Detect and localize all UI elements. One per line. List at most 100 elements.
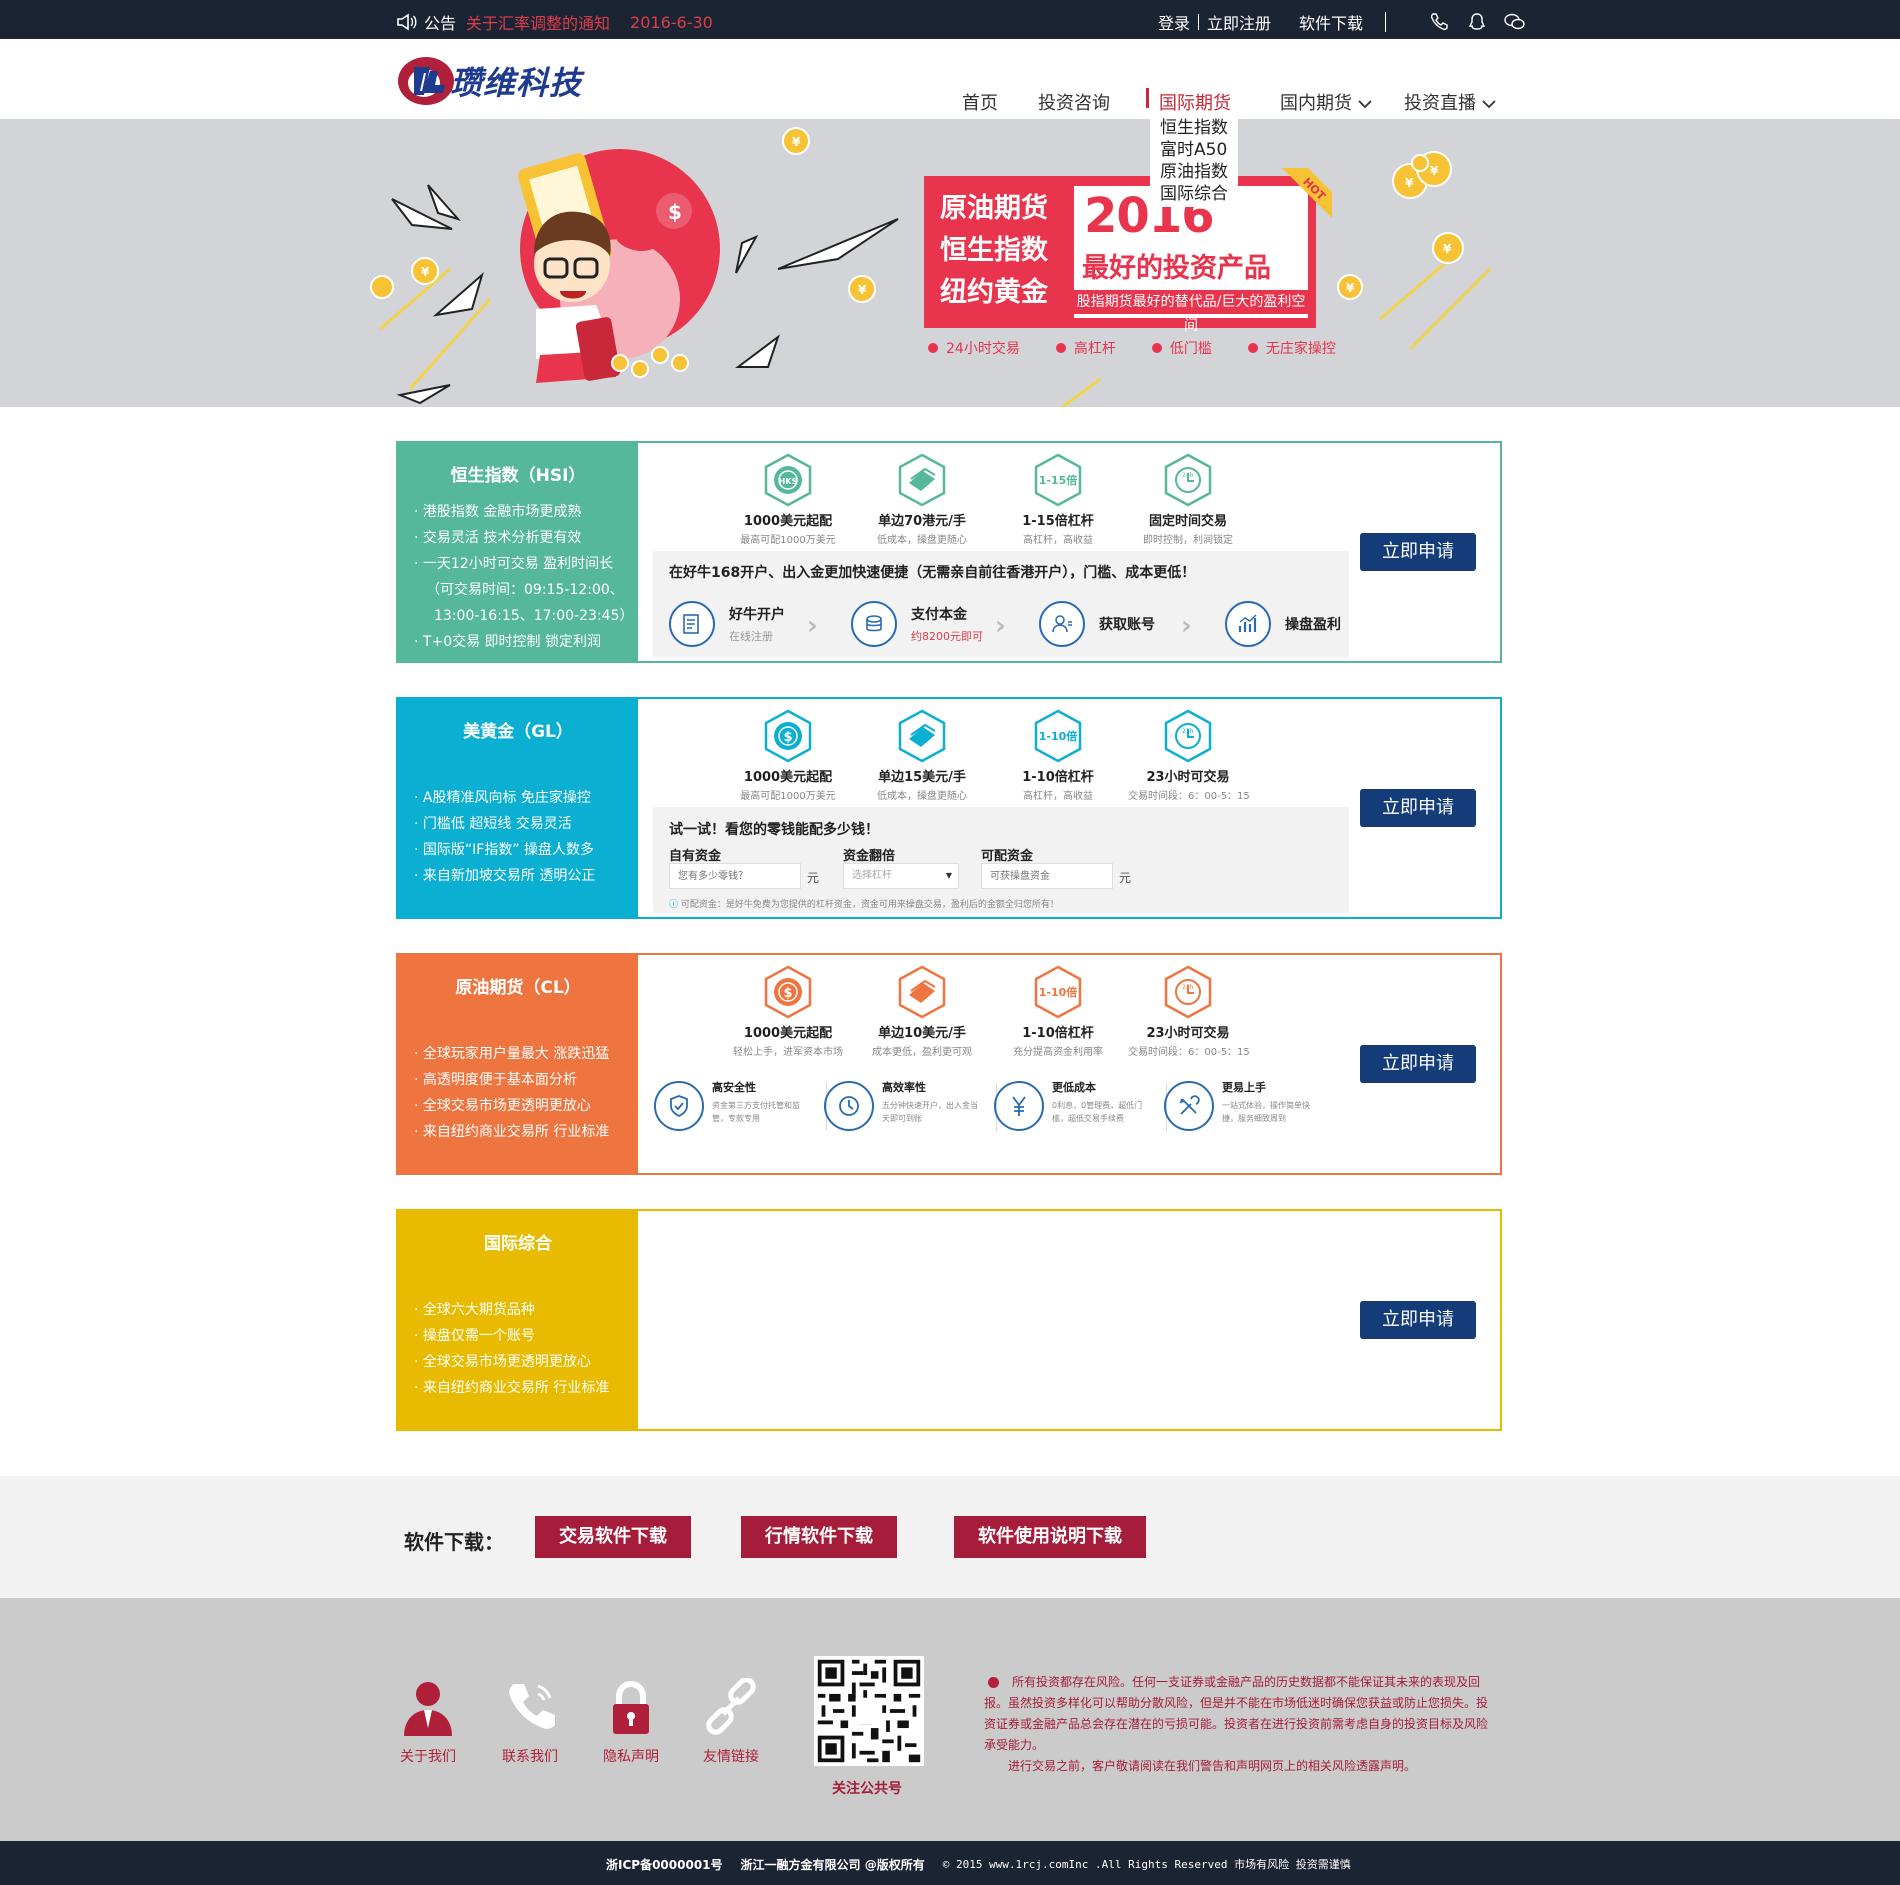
card-bullet: · 交易灵活 技术分析更有效 (414, 530, 582, 546)
feature-item: 24h 固定时间交易 即时控制，利润锁定 (1128, 453, 1248, 546)
nav-intl-futures[interactable]: 国际期货 (1159, 89, 1231, 115)
feature-item: 1-10倍 1-10倍杠杆 高杠杆，高收益 (998, 709, 1118, 802)
dropdown-item-intl[interactable]: 国际综合 (1160, 183, 1228, 205)
clock-icon: 23h (1164, 709, 1212, 763)
logo[interactable]: 瓒维科技 (396, 47, 582, 109)
feature-title: 1-10倍杠杆 (1022, 1026, 1094, 1041)
advantage-desc: 五分钟快速开户，出入金当天即可到账 (882, 1101, 978, 1123)
card-bullet: · 来自新加坡交易所 透明公正 (414, 868, 596, 884)
svg-text:¥: ¥ (1443, 242, 1452, 256)
footer-link-about[interactable]: 关于我们 (388, 1678, 468, 1766)
shield-icon (654, 1081, 704, 1131)
available-funds-input[interactable] (981, 863, 1113, 889)
nav-home[interactable]: 首页 (962, 89, 998, 115)
advantage-item: 高安全性 资金第三方支付托管和监管，专款专用 (654, 1073, 824, 1143)
manual-download-button[interactable]: 软件使用说明下载 (954, 1516, 1146, 1558)
feature-sub: 低成本，操盘更随心 (877, 535, 967, 546)
chevron-right-icon: › (807, 611, 818, 641)
trading-software-download-button[interactable]: 交易软件下载 (535, 1516, 691, 1558)
product-card-gold: 美黄金（GL） · A股精准风向标 免庄家操控 · 门槛低 超短线 交易灵活 ·… (396, 697, 1502, 919)
divider (1198, 14, 1200, 30)
svg-text:¥: ¥ (858, 283, 867, 297)
card-bullet: · A股精准风向标 免庄家操控 (414, 790, 591, 806)
nav-live[interactable]: 投资直播 (1404, 89, 1496, 115)
card-bullets: · 港股指数 金融市场更成熟 · 交易灵活 技术分析更有效 · 一天12小时可交… (414, 499, 634, 655)
feature-item: 单边70港元/手 低成本，操盘更随心 (862, 453, 982, 546)
banner-features: 24小时交易 高杠杆 低门槛 无庄家操控 (928, 338, 1372, 358)
feature-title: 单边10美元/手 (878, 1026, 966, 1041)
qq-icon[interactable] (1466, 11, 1488, 33)
feature-item: 1-15倍 1-15倍杠杆 高杠杆，高收益 (998, 453, 1118, 546)
card-bullet: · 全球交易市场更透明更放心 (414, 1098, 591, 1114)
footer: 关于我们 联系我们 隐私声明 友情链接 关注公共号 所有投资都存在风险。任何一支… (0, 1598, 1900, 1841)
feature-title: 1-10倍杠杆 (1022, 770, 1094, 785)
wechat-icon[interactable] (1504, 11, 1526, 33)
footer-link-privacy[interactable]: 隐私声明 (591, 1678, 671, 1766)
card-side: 国际综合 · 全球六大期货品种 · 操盘仅需一个账号 · 全球交易市场更透明更放… (398, 1211, 638, 1429)
hot-badge-icon: HOT (1282, 168, 1332, 218)
card-title: 美黄金（GL） (463, 722, 573, 742)
bullet-text: 来自新加坡交易所 透明公正 (422, 868, 596, 884)
register-link[interactable]: 立即注册 (1207, 10, 1271, 34)
card-side: 恒生指数（HSI） · 港股指数 金融市场更成熟 · 交易灵活 技术分析更有效 … (398, 443, 638, 661)
leverage-select[interactable]: 选择杠杆 ▼ (843, 863, 959, 889)
money-icon (898, 965, 946, 1019)
unit-label: 元 (807, 871, 820, 885)
software-link[interactable]: 软件下载 (1299, 10, 1363, 34)
feature-item: $ 1000美元起配 轻松上手，进军资本市场 (728, 965, 848, 1058)
nav-consult[interactable]: 投资咨询 (1038, 89, 1110, 115)
step-text: 获取账号 (1099, 614, 1155, 634)
top-links: 登录 立即注册 软件下载 (1158, 10, 1526, 34)
dropdown-item-a50[interactable]: 富时A50 (1160, 139, 1228, 161)
leverage-icon: 1-15倍 (1034, 453, 1082, 507)
phone-icon[interactable] (1428, 11, 1450, 33)
own-funds-label: 自有资金 (669, 849, 722, 864)
step-title: 支付本金 (911, 607, 967, 623)
apply-button[interactable]: 立即申请 (1360, 533, 1476, 571)
notice-link[interactable]: 关于汇率调整的通知 (466, 10, 610, 34)
dropdown-item-oil[interactable]: 原油指数 (1160, 161, 1228, 183)
dropdown-item-hsi[interactable]: 恒生指数 (1160, 117, 1228, 139)
yuan-icon (994, 1081, 1044, 1131)
feature-item: 23h 23小时可交易 交易时间段：6：00-5：15 (1128, 965, 1250, 1058)
apply-button[interactable]: 立即申请 (1360, 1045, 1476, 1083)
svg-text:¥: ¥ (1405, 176, 1414, 190)
bullet-text: A股精准风向标 免庄家操控 (422, 790, 591, 806)
footer-link-label: 隐私声明 (603, 1749, 659, 1765)
feature-sub: 交易时间段：6：00-5：15 (1128, 791, 1250, 802)
bullet-text: 高透明度便于基本面分析 (422, 1072, 577, 1088)
advantage-desc: 0利息，0管理费，超低门槛，超低交易手续费 (1052, 1101, 1143, 1123)
svg-text:¥: ¥ (792, 135, 801, 149)
calc-note-text: 可配资金：是好牛免费为您提供的杠杆资金，资金可用来操盘交易，盈利后的金额全归您所… (680, 900, 1059, 910)
card-title: 原油期货（CL） (455, 978, 581, 998)
apply-button[interactable]: 立即申请 (1360, 1301, 1476, 1339)
footer-link-friends[interactable]: 友情链接 (691, 1677, 771, 1766)
market-software-download-button[interactable]: 行情软件下载 (741, 1516, 897, 1558)
card-bullet: · 一天12小时可交易 盈利时间长 (414, 556, 614, 572)
feature-title: 单边15美元/手 (878, 770, 966, 785)
own-funds-input[interactable] (669, 863, 801, 889)
promo-product: 恒生指数 (940, 235, 1048, 266)
tools-icon (1164, 1081, 1214, 1131)
card-bullet: · 来自纽约商业交易所 行业标准 (414, 1124, 610, 1140)
feature-sub: 成本更低，盈利更可观 (872, 1047, 972, 1058)
chart-icon (1225, 601, 1271, 647)
feature-title: 23小时可交易 (1146, 770, 1230, 785)
bottom-bar: 浙ICP备0000001号 浙江一融方金有限公司 @版权所有 © 2015 ww… (0, 1841, 1900, 1885)
bullet-text: 来自纽约商业交易所 行业标准 (422, 1124, 610, 1140)
apply-button[interactable]: 立即申请 (1360, 789, 1476, 827)
bullet-text: 全球交易市场更透明更放心 (422, 1098, 591, 1114)
advantage-title: 更易上手 (1222, 1081, 1266, 1094)
svg-text:$: $ (668, 200, 682, 224)
nav-domestic-futures[interactable]: 国内期货 (1280, 89, 1372, 115)
speaker-icon (397, 13, 417, 31)
notice: 公告 关于汇率调整的通知 2016-6-30 (396, 10, 713, 34)
feature-sub: 高杠杆，高收益 (1023, 535, 1093, 546)
bullet-text: 一天12小时可交易 盈利时间长 (422, 556, 614, 572)
copyright-row: 浙ICP备0000001号 浙江一融方金有限公司 @版权所有 © 2015 ww… (606, 1856, 1351, 1873)
available-funds-label: 可配资金 (981, 849, 1034, 864)
login-link[interactable]: 登录 (1158, 10, 1190, 34)
calc-head: 试一试！看您的零钱能配多少钱！ (669, 822, 879, 838)
bullet-text: 国际版“IF指数” 操盘人数多 (422, 842, 595, 858)
footer-link-contact[interactable]: 联系我们 (490, 1678, 570, 1766)
